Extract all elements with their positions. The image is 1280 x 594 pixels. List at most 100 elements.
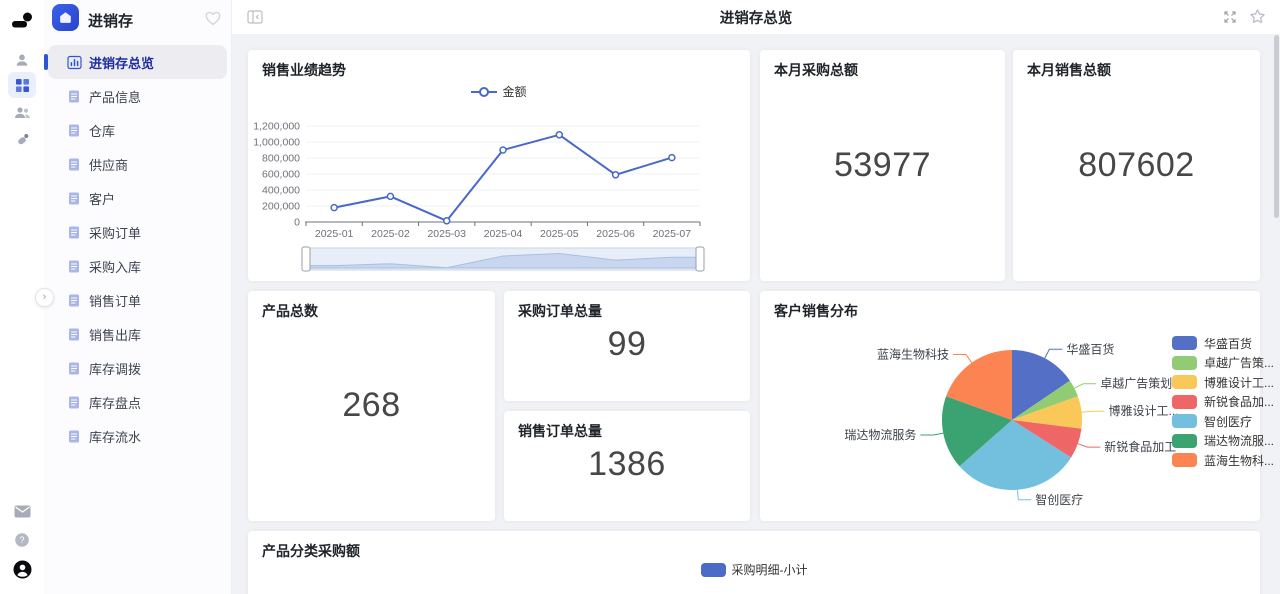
- chart-doc-icon: [67, 55, 82, 70]
- svg-text:400,000: 400,000: [262, 185, 300, 197]
- favorite-heart-icon[interactable]: [204, 9, 222, 27]
- help-icon[interactable]: ?: [0, 532, 44, 548]
- sidebar-item-3[interactable]: 仓库: [44, 113, 232, 147]
- legend-swatch: [1172, 336, 1197, 350]
- line-legend-label: 金额: [502, 83, 526, 100]
- sidebar-expand-button[interactable]: ›: [35, 288, 54, 307]
- stat-value: 268: [248, 386, 495, 425]
- document-icon: [67, 157, 82, 172]
- svg-text:2025-02: 2025-02: [371, 228, 410, 240]
- pie-legend-item[interactable]: 卓越广告策...: [1172, 356, 1274, 370]
- line-legend-item[interactable]: 金额: [248, 83, 750, 100]
- app-logo[interactable]: [52, 4, 79, 31]
- card-purchase-orders: 采购订单总量 99: [504, 291, 750, 401]
- legend-swatch: [1172, 395, 1197, 409]
- sidebar-item-5[interactable]: 客户: [44, 181, 232, 215]
- legend-label: 蓝海生物科...: [1204, 452, 1274, 469]
- sidebar-item-4[interactable]: 供应商: [44, 147, 232, 181]
- mail-icon[interactable]: [0, 505, 44, 518]
- plugin-icon[interactable]: [0, 132, 44, 147]
- legend-label: 卓越广告策...: [1204, 354, 1274, 371]
- document-icon: [67, 191, 82, 206]
- sidebar-item-label: 销售出库: [89, 325, 141, 344]
- legend-swatch: [1172, 375, 1197, 389]
- sales-trend-line-chart[interactable]: 0200,000400,000600,000800,0001,000,0001,…: [254, 108, 744, 278]
- pie-legend-item[interactable]: 博雅设计工...: [1172, 375, 1274, 389]
- svg-text:2025-03: 2025-03: [427, 228, 466, 240]
- sidebar-item-label: 采购订单: [89, 223, 141, 242]
- workspace-logo-icon[interactable]: [0, 8, 44, 32]
- sidebar-item-label: 销售订单: [89, 291, 141, 310]
- datazoom-handle-right[interactable]: [696, 247, 704, 271]
- document-icon: [67, 429, 82, 444]
- team-icon[interactable]: [0, 106, 44, 120]
- legend-swatch: [1172, 434, 1197, 448]
- document-icon: [67, 327, 82, 342]
- document-icon: [67, 361, 82, 376]
- sidebar-item-label: 库存流水: [89, 427, 141, 446]
- document-icon: [67, 123, 82, 138]
- svg-text:瑞达物流服务: 瑞达物流服务: [844, 427, 916, 442]
- card-title: 销售订单总量: [518, 421, 602, 441]
- card-customer-dist: 客户销售分布 华盛百货卓越广告策划博雅设计工...新锐食品加工智创医疗瑞达物流服…: [760, 291, 1260, 521]
- user-icon[interactable]: [0, 52, 44, 68]
- sidebar-item-12[interactable]: 库存流水: [44, 419, 232, 453]
- card-category-purchase: 产品分类采购额 采购明细-小计: [248, 531, 1260, 594]
- document-icon: [67, 225, 82, 240]
- card-purchase-month: 本月采购总额 53977: [760, 50, 1005, 281]
- stat-value: 807602: [1013, 146, 1260, 185]
- card-title: 销售业绩趋势: [262, 60, 346, 80]
- sidebar-item-label: 进销存总览: [89, 53, 154, 72]
- sidebar-item-1[interactable]: 进销存总览: [48, 45, 227, 79]
- card-title: 本月销售总额: [1027, 60, 1111, 80]
- bar-legend-swatch: [701, 563, 726, 577]
- sidebar-item-2[interactable]: 产品信息: [44, 79, 232, 113]
- document-icon: [67, 89, 82, 104]
- svg-text:0: 0: [294, 217, 300, 229]
- sidebar-item-10[interactable]: 库存调拨: [44, 351, 232, 385]
- sidebar-brand: 进销存: [44, 0, 232, 40]
- fullscreen-icon[interactable]: [1222, 9, 1238, 25]
- scrollbar-thumb[interactable]: [1274, 35, 1279, 218]
- document-icon: [67, 259, 82, 274]
- card-title: 本月采购总额: [774, 60, 858, 80]
- document-icon: [67, 293, 82, 308]
- svg-text:200,000: 200,000: [262, 201, 300, 213]
- user-avatar[interactable]: [0, 560, 44, 579]
- stat-value: 99: [504, 325, 750, 364]
- card-sales-trend: 销售业绩趋势 金额 0200,000400,000600,000800,0001…: [248, 50, 750, 281]
- sidebar-item-6[interactable]: 采购订单: [44, 215, 232, 249]
- svg-text:1,000,000: 1,000,000: [254, 137, 300, 149]
- legend-label: 博雅设计工...: [1204, 374, 1274, 391]
- sidebar-item-label: 产品信息: [89, 87, 141, 106]
- sidebar: 进销存 进销存总览产品信息仓库供应商客户采购订单采购入库销售订单销售出库库存调拨…: [44, 0, 232, 594]
- pie-legend-item[interactable]: 新锐食品加...: [1172, 395, 1274, 409]
- svg-text:华盛百货: 华盛百货: [1066, 341, 1114, 356]
- svg-text:2025-06: 2025-06: [596, 228, 635, 240]
- bar-legend-item[interactable]: 采购明细-小计: [248, 561, 1260, 578]
- sidebar-item-11[interactable]: 库存盘点: [44, 385, 232, 419]
- card-title: 产品分类采购额: [262, 541, 360, 561]
- svg-text:智创医疗: 智创医疗: [1035, 492, 1083, 507]
- document-icon: [67, 395, 82, 410]
- page-header: 进销存总览: [232, 0, 1280, 35]
- svg-text:2025-07: 2025-07: [653, 228, 692, 240]
- page-title: 进销存总览: [232, 0, 1280, 35]
- sidebar-menu: 进销存总览产品信息仓库供应商客户采购订单采购入库销售订单销售出库库存调拨库存盘点…: [44, 45, 232, 453]
- legend-label: 瑞达物流服...: [1204, 432, 1274, 449]
- legend-label: 新锐食品加...: [1204, 393, 1274, 410]
- svg-text:600,000: 600,000: [262, 169, 300, 181]
- svg-text:蓝海生物科技: 蓝海生物科技: [877, 347, 949, 362]
- sidebar-item-8[interactable]: 销售订单: [44, 283, 232, 317]
- apps-grid-icon[interactable]: [0, 77, 44, 93]
- sidebar-item-9[interactable]: 销售出库: [44, 317, 232, 351]
- stat-value: 1386: [504, 445, 750, 484]
- datazoom-handle-left[interactable]: [302, 247, 310, 271]
- favorite-star-icon[interactable]: [1249, 8, 1266, 25]
- pie-legend-item[interactable]: 蓝海生物科...: [1172, 453, 1274, 467]
- sidebar-item-7[interactable]: 采购入库: [44, 249, 232, 283]
- pie-legend-item[interactable]: 智创医疗: [1172, 414, 1274, 428]
- pie-legend-item[interactable]: 瑞达物流服...: [1172, 434, 1274, 448]
- pie-legend-item[interactable]: 华盛百货: [1172, 336, 1274, 350]
- sidebar-item-label: 仓库: [89, 121, 115, 140]
